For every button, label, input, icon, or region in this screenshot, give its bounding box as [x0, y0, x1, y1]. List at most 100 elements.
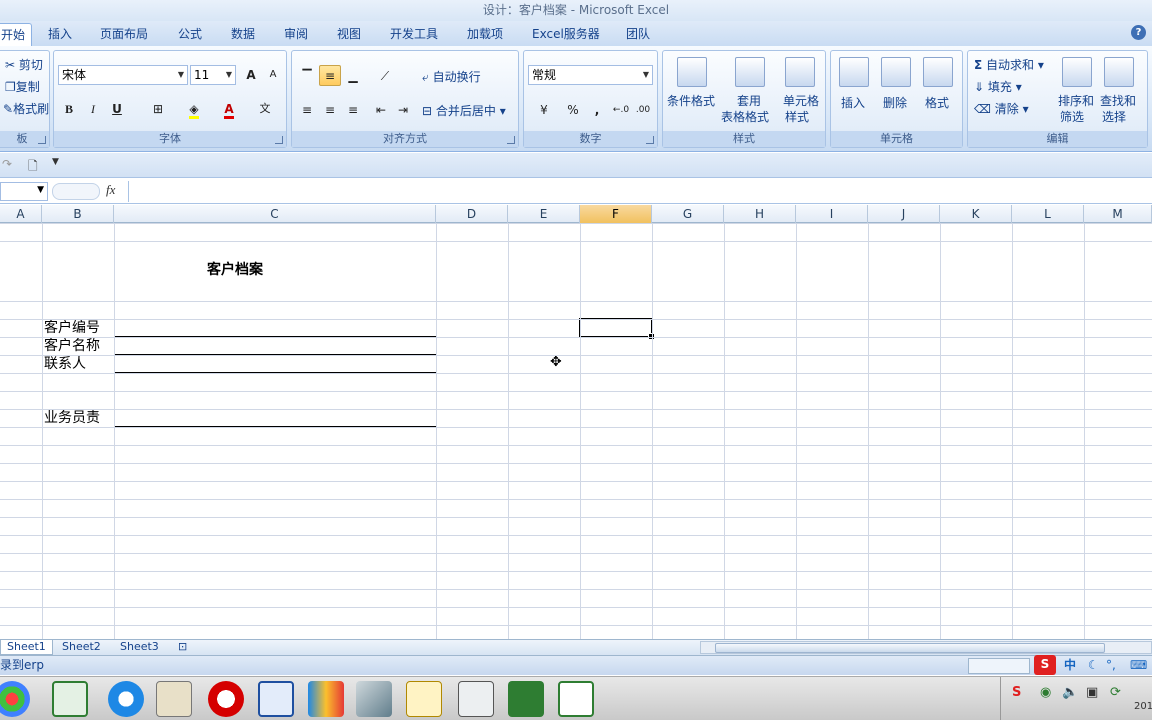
find-select-line1[interactable]: 查找和 [1100, 93, 1136, 109]
tray-display-icon[interactable]: ▣ [1086, 685, 1098, 700]
sort-filter-line1[interactable]: 排序和 [1058, 93, 1094, 109]
italic-button[interactable]: I [82, 98, 104, 119]
column-header-e[interactable]: E [508, 205, 580, 223]
font-name-select[interactable]: 宋体 ▼ [58, 65, 188, 85]
tab-excel-server[interactable]: Excel服务器 [528, 23, 604, 46]
currency-button[interactable]: ¥ [528, 99, 560, 120]
keyboard-icon[interactable]: ⌨ [1130, 656, 1147, 675]
delete-cells-button[interactable]: 删除 [883, 95, 907, 111]
cell-b-contact[interactable]: 联系人 [44, 355, 86, 373]
merge-center-button[interactable]: ⊟ 合并后居中 ▾ [422, 103, 506, 119]
ime-logo[interactable]: S [1034, 655, 1056, 675]
copy-button[interactable]: ❐复制 [5, 79, 40, 95]
start-button-icon[interactable] [0, 681, 30, 717]
align-center-button[interactable]: ≡ [319, 99, 341, 120]
tab-addins[interactable]: 加载项 [463, 23, 507, 46]
print-preview-icon[interactable]: 🗋 [28, 157, 38, 178]
column-header-k[interactable]: K [940, 205, 1012, 223]
percent-button[interactable]: % [562, 99, 584, 120]
insert-function-button[interactable]: fx [106, 182, 115, 198]
file-manager-icon[interactable] [406, 681, 442, 717]
ie-browser-icon[interactable] [108, 681, 144, 717]
camtasia-recorder-icon[interactable] [558, 681, 594, 717]
tab-review[interactable]: 审阅 [280, 23, 312, 46]
phonetic-button[interactable]: 文 [250, 98, 280, 119]
worksheet-grid[interactable]: 客户档案 客户编号 客户名称 联系人 业务员责 ✥ [0, 223, 1152, 639]
decrease-indent-button[interactable]: ⇤ [370, 99, 392, 120]
orientation-button[interactable]: ⟋ [370, 65, 400, 86]
tab-home[interactable]: 开始 [0, 23, 32, 46]
scroll-thumb[interactable] [715, 643, 1105, 653]
tray-volume-icon[interactable]: 🔈 [1062, 685, 1078, 700]
tray-clock[interactable]: 201 [1134, 701, 1152, 712]
new-sheet-icon[interactable]: ⊡ [172, 640, 193, 655]
name-box[interactable]: ▼ [0, 182, 48, 201]
column-header-g[interactable]: G [652, 205, 724, 223]
sheet-tab-3[interactable]: Sheet3 [114, 640, 165, 655]
column-header-f[interactable]: F [580, 205, 652, 223]
column-header-c[interactable]: C [114, 205, 436, 223]
tray-network-icon[interactable]: ◉ [1040, 685, 1051, 700]
ime-halfwidth[interactable]: ☾ [1088, 656, 1099, 675]
table-format-button[interactable]: 表格格式 [721, 109, 769, 125]
cell-style-button[interactable]: 样式 [785, 109, 809, 125]
tab-page-layout[interactable]: 页面布局 [96, 23, 152, 46]
tab-formulas[interactable]: 公式 [174, 23, 206, 46]
column-header-m[interactable]: M [1084, 205, 1152, 223]
autosum-button[interactable]: Σ 自动求和 ▾ [974, 57, 1044, 73]
sheet-tab-2[interactable]: Sheet2 [56, 640, 107, 655]
excel-taskbar-icon[interactable] [52, 681, 88, 717]
ime-punct[interactable]: °, [1106, 656, 1116, 675]
cell-b-customer-no[interactable]: 客户编号 [44, 319, 100, 337]
formula-input[interactable] [128, 181, 1152, 202]
find-select-button[interactable]: 选择 [1102, 109, 1126, 125]
column-header-h[interactable]: H [724, 205, 796, 223]
active-cell-f[interactable] [579, 318, 655, 340]
align-left-button[interactable]: ≡ [296, 99, 318, 120]
fill-color-button[interactable]: ◈ [178, 98, 210, 119]
tab-team[interactable]: 团队 [622, 23, 654, 46]
word-taskbar-icon[interactable] [258, 681, 294, 717]
format-painter-button[interactable]: ✎格式刷 [3, 101, 49, 117]
format-cells-button[interactable]: 格式 [925, 95, 949, 111]
font-launcher-icon[interactable] [275, 136, 283, 144]
clipboard-launcher-icon[interactable] [38, 136, 46, 144]
font-color-button[interactable]: A [214, 98, 244, 119]
column-header-b[interactable]: B [42, 205, 114, 223]
column-header-a[interactable]: A [0, 205, 42, 223]
decrease-decimal-button[interactable]: .00 [632, 99, 654, 120]
bold-button[interactable]: B [58, 98, 80, 119]
cell-b-sales-rep[interactable]: 业务员责 [44, 409, 100, 427]
horizontal-scrollbar[interactable] [700, 641, 1152, 654]
opera-browser-icon[interactable] [208, 681, 244, 717]
chart-app-icon[interactable] [308, 681, 344, 717]
comma-button[interactable]: , [586, 99, 608, 120]
cell-b-customer-name[interactable]: 客户名称 [44, 337, 100, 355]
editor-app-icon[interactable] [458, 681, 494, 717]
column-header-d[interactable]: D [436, 205, 508, 223]
font-size-select[interactable]: 11 ▼ [190, 65, 236, 85]
fill-button[interactable]: ⇓ 填充 ▾ [974, 79, 1022, 95]
cell-style-line1[interactable]: 单元格 [783, 93, 819, 109]
align-right-button[interactable]: ≡ [342, 99, 364, 120]
sort-filter-button[interactable]: 筛选 [1060, 109, 1084, 125]
border-button[interactable]: ⊞ [142, 98, 174, 119]
eraser-app-icon[interactable] [356, 681, 392, 717]
clear-button[interactable]: ⌫ 清除 ▾ [974, 101, 1029, 117]
cut-button[interactable]: ✂ 剪切 [5, 57, 43, 73]
alignment-launcher-icon[interactable] [507, 136, 515, 144]
help-icon[interactable]: ? [1131, 25, 1146, 40]
tab-insert[interactable]: 插入 [44, 23, 76, 46]
shrink-font-button[interactable]: A [262, 64, 284, 85]
align-top-button[interactable]: ▔ [296, 65, 318, 86]
column-header-i[interactable]: I [796, 205, 868, 223]
number-launcher-icon[interactable] [646, 136, 654, 144]
sheet-tab-1[interactable]: Sheet1 [0, 640, 53, 655]
insert-cells-button[interactable]: 插入 [841, 95, 865, 111]
table-format-line1[interactable]: 套用 [737, 93, 761, 109]
cell-c-title[interactable]: 客户档案 [207, 261, 263, 279]
customize-qat-icon[interactable]: ▼ [52, 157, 59, 167]
grow-font-button[interactable]: A [240, 64, 262, 85]
redo-icon[interactable]: ↷ [2, 157, 12, 171]
increase-indent-button[interactable]: ⇥ [392, 99, 414, 120]
